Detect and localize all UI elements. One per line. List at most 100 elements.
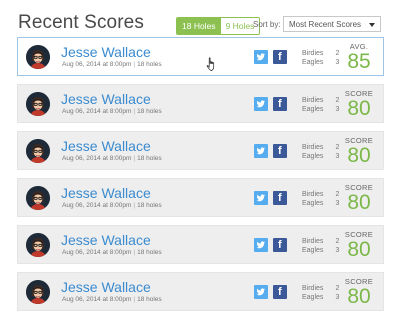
round-date: Aug 06, 2014 at 8:00pm: [62, 249, 132, 256]
round-holes: 18 holes: [137, 249, 162, 256]
eagles-label: Eagles: [302, 200, 324, 207]
birdies-label: Birdies: [302, 50, 324, 57]
player-name[interactable]: Jesse Wallace: [61, 138, 151, 154]
birdies-value: 2: [335, 50, 340, 57]
round-stats: Birdies 2 Eagles 3: [302, 190, 339, 208]
score-block: SCORE 80: [341, 184, 377, 214]
score-row[interactable]: Jesse Wallace Aug 06, 2014 at 8:00pm | 18 …: [17, 131, 384, 170]
facebook-icon: f: [278, 239, 282, 251]
birdies-label: Birdies: [302, 97, 324, 104]
facebook-icon: f: [278, 286, 282, 298]
avatar: [26, 92, 50, 116]
divider: |: [133, 61, 136, 68]
round-meta: Aug 06, 2014 at 8:00pm | 18 holes: [62, 202, 162, 209]
score-row[interactable]: Jesse Wallace Aug 06, 2014 at 8:00pm | 18 …: [17, 225, 384, 264]
round-date: Aug 06, 2014 at 8:00pm: [62, 108, 132, 115]
round-holes: 18 holes: [137, 202, 162, 209]
score-row[interactable]: Jesse Wallace Aug 06, 2014 at 8:00pm | 18 …: [17, 84, 384, 123]
eagles-value: 3: [335, 294, 340, 301]
eagles-label: Eagles: [302, 153, 324, 160]
round-date: Aug 06, 2014 at 8:00pm: [62, 202, 132, 209]
twitter-share-button[interactable]: [254, 285, 268, 299]
round-date: Aug 06, 2014 at 8:00pm: [62, 61, 132, 68]
sort-select-value: Most Recent Scores: [289, 20, 362, 29]
facebook-share-button[interactable]: f: [273, 97, 287, 111]
sort-by-label: Sort by:: [253, 20, 281, 29]
score-block: SCORE 80: [341, 231, 377, 261]
player-name[interactable]: Jesse Wallace: [61, 185, 151, 201]
score-value: 80: [347, 191, 371, 214]
player-name[interactable]: Jesse Wallace: [61, 232, 151, 248]
header: Recent Scores 18 Holes 9 Holes Sort by: …: [0, 0, 400, 40]
birdies-label: Birdies: [302, 144, 324, 151]
score-row[interactable]: Jesse Wallace Aug 06, 2014 at 8:00pm | 18 …: [17, 37, 384, 76]
eagles-label: Eagles: [302, 59, 324, 66]
facebook-icon: f: [278, 192, 282, 204]
round-holes: 18 holes: [137, 61, 162, 68]
chevron-down-icon: [369, 23, 375, 27]
round-holes: 18 holes: [137, 108, 162, 115]
score-value: 80: [347, 97, 371, 120]
twitter-icon: [256, 288, 265, 296]
birdies-value: 2: [335, 191, 340, 198]
round-stats: Birdies 2 Eagles 3: [302, 49, 339, 67]
facebook-icon: f: [278, 98, 282, 110]
round-stats: Birdies 2 Eagles 3: [302, 96, 339, 114]
eagles-label: Eagles: [302, 106, 324, 113]
avatar: [26, 45, 50, 69]
facebook-share-button[interactable]: f: [273, 238, 287, 252]
twitter-icon: [256, 147, 265, 155]
score-block: SCORE 80: [341, 90, 377, 120]
round-stats: Birdies 2 Eagles 3: [302, 284, 339, 302]
round-meta: Aug 06, 2014 at 8:00pm | 18 holes: [62, 61, 162, 68]
twitter-icon: [256, 241, 265, 249]
twitter-icon: [256, 53, 265, 61]
round-meta: Aug 06, 2014 at 8:00pm | 18 holes: [62, 108, 162, 115]
twitter-share-button[interactable]: [254, 238, 268, 252]
birdies-value: 2: [335, 285, 340, 292]
twitter-share-button[interactable]: [254, 50, 268, 64]
facebook-share-button[interactable]: f: [273, 285, 287, 299]
score-value: 80: [347, 144, 371, 167]
score-value: 85: [347, 50, 371, 73]
score-row[interactable]: Jesse Wallace Aug 06, 2014 at 8:00pm | 18 …: [17, 178, 384, 217]
birdies-value: 2: [335, 97, 340, 104]
round-holes: 18 holes: [137, 155, 162, 162]
score-list: Jesse Wallace Aug 06, 2014 at 8:00pm | 18 …: [17, 37, 384, 319]
birdies-value: 2: [335, 238, 340, 245]
twitter-share-button[interactable]: [254, 191, 268, 205]
eagles-value: 3: [335, 247, 340, 254]
birdies-label: Birdies: [302, 191, 324, 198]
player-name[interactable]: Jesse Wallace: [61, 44, 151, 60]
facebook-icon: f: [278, 51, 282, 63]
eagles-value: 3: [335, 106, 340, 113]
score-block: SCORE 80: [341, 137, 377, 167]
sort-select[interactable]: Most Recent Scores: [283, 16, 381, 32]
divider: |: [133, 155, 136, 162]
eagles-value: 3: [335, 153, 340, 160]
eagles-label: Eagles: [302, 247, 324, 254]
twitter-share-button[interactable]: [254, 97, 268, 111]
round-date: Aug 06, 2014 at 8:00pm: [62, 155, 132, 162]
score-block: SCORE 80: [341, 278, 377, 308]
twitter-share-button[interactable]: [254, 144, 268, 158]
avatar: [26, 186, 50, 210]
round-meta: Aug 06, 2014 at 8:00pm | 18 holes: [62, 249, 162, 256]
avatar: [26, 139, 50, 163]
round-meta: Aug 06, 2014 at 8:00pm | 18 holes: [62, 155, 162, 162]
filter-18-holes[interactable]: 18 Holes: [177, 18, 221, 34]
eagles-value: 3: [335, 59, 340, 66]
twitter-icon: [256, 194, 265, 202]
hand-cursor-icon: [206, 57, 215, 71]
twitter-icon: [256, 100, 265, 108]
birdies-value: 2: [335, 144, 340, 151]
score-row[interactable]: Jesse Wallace Aug 06, 2014 at 8:00pm | 18 …: [17, 272, 384, 311]
facebook-share-button[interactable]: f: [273, 50, 287, 64]
player-name[interactable]: Jesse Wallace: [61, 279, 151, 295]
round-stats: Birdies 2 Eagles 3: [302, 237, 339, 255]
divider: |: [133, 202, 136, 209]
facebook-share-button[interactable]: f: [273, 144, 287, 158]
facebook-icon: f: [278, 145, 282, 157]
facebook-share-button[interactable]: f: [273, 191, 287, 205]
player-name[interactable]: Jesse Wallace: [61, 91, 151, 107]
